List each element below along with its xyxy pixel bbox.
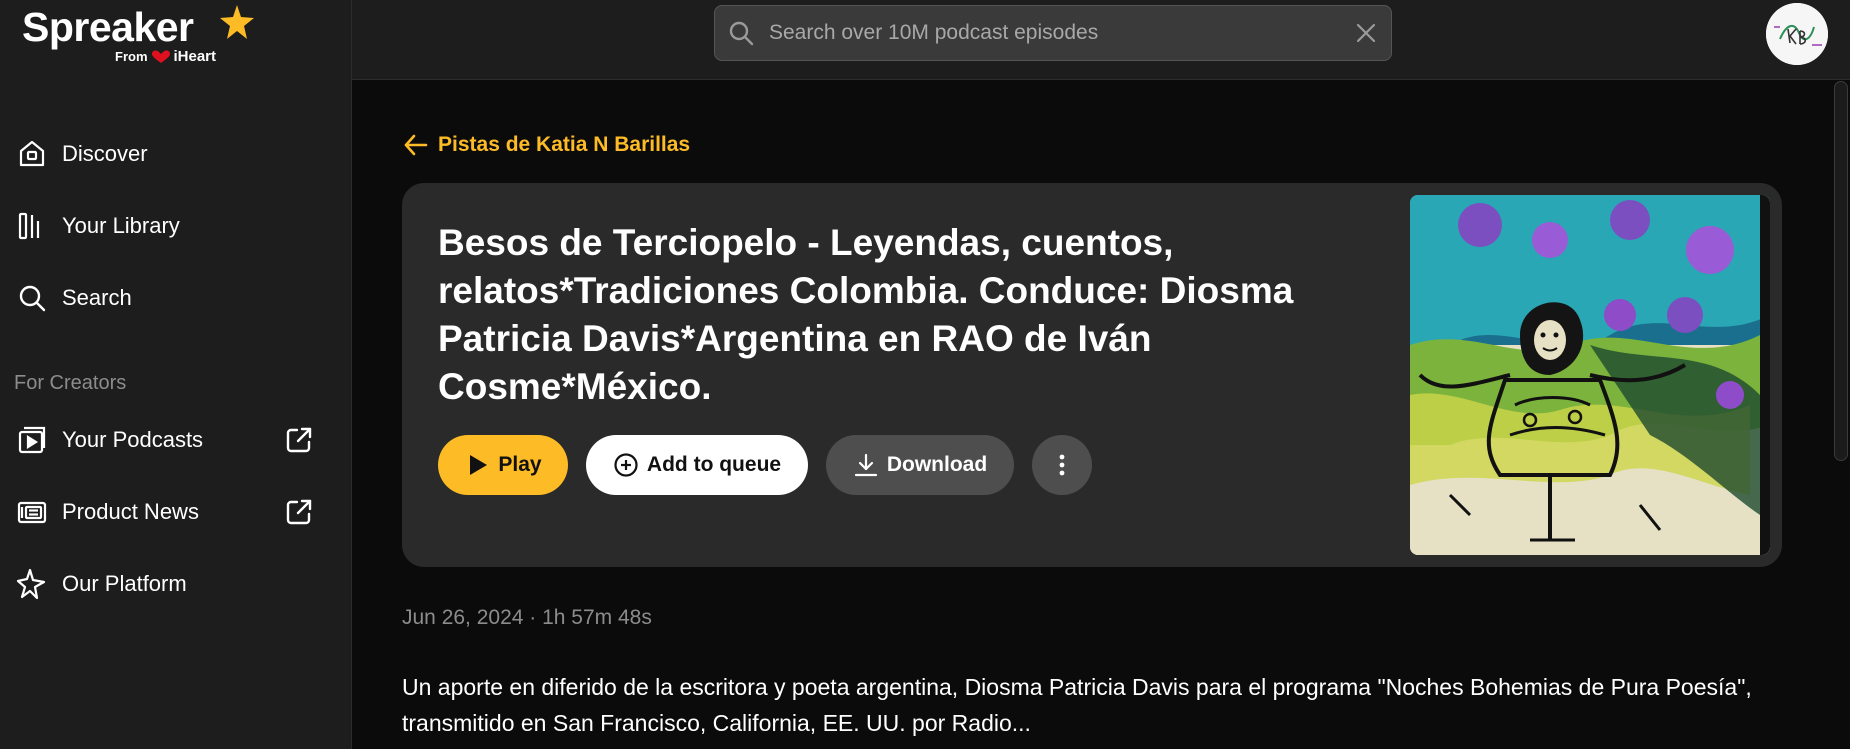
sidebar-item-your-podcasts[interactable]: Your Podcasts	[0, 404, 352, 476]
cover-illustration	[1410, 195, 1770, 555]
search-icon	[16, 282, 48, 314]
more-vertical-icon	[1059, 454, 1065, 476]
sidebar-item-search[interactable]: Search	[0, 262, 352, 334]
sidebar-item-product-news[interactable]: Product News	[0, 476, 352, 548]
spreaker-logo[interactable]: Spreaker From iHeart	[22, 4, 254, 65]
home-icon	[16, 138, 48, 170]
download-label: Download	[886, 453, 988, 476]
add-to-queue-label: Add to queue	[646, 453, 782, 476]
search-input[interactable]	[769, 21, 1353, 45]
download-icon	[854, 453, 877, 477]
page-scrollbar[interactable]	[1830, 81, 1850, 749]
main-nav: Discover Your Library Search	[0, 118, 352, 334]
sidebar-item-discover[interactable]: Discover	[0, 118, 352, 190]
episode-title: Besos de Terciopelo - Leyendas, cuentos,…	[438, 222, 1294, 407]
back-to-podcast-link[interactable]: Pistas de Katia N Barillas	[402, 131, 690, 159]
episode-description: Un aporte en diferido de la escritora y …	[402, 674, 1752, 736]
logo-from-text: From	[115, 49, 148, 64]
iheart-icon	[151, 50, 170, 63]
for-creators-heading: For Creators	[14, 372, 127, 394]
play-button[interactable]: Play	[438, 435, 568, 495]
search-bar[interactable]	[714, 5, 1392, 61]
sidebar-item-label: Our Platform	[62, 571, 187, 596]
episode-page: Pistas de Katia N Barillas Besos de Terc…	[352, 81, 1830, 749]
sidebar-item-label: Your Library	[62, 213, 180, 238]
play-icon	[470, 455, 488, 475]
back-link-label: Pistas de Katia N Barillas	[438, 133, 691, 156]
arrow-left-icon	[404, 134, 428, 156]
more-options-button[interactable]	[1032, 435, 1092, 495]
top-header	[352, 0, 1850, 80]
podcast-icon	[16, 424, 48, 456]
sidebar-item-label: Your Podcasts	[62, 427, 204, 452]
sidebar-item-label: Search	[62, 285, 132, 310]
sidebar-item-label: Product News	[62, 499, 199, 524]
external-link-icon	[286, 499, 312, 525]
sparkle-icon	[16, 568, 48, 600]
play-label: Play	[498, 453, 542, 476]
episode-card: Besos de Terciopelo - Leyendas, cuentos,…	[402, 183, 1782, 567]
logo-iheart-text: iHeart	[173, 48, 217, 65]
news-icon	[16, 496, 48, 528]
library-icon	[16, 210, 48, 242]
star-icon	[220, 5, 254, 39]
user-avatar[interactable]	[1766, 3, 1828, 65]
sidebar-item-our-platform[interactable]: Our Platform	[0, 548, 352, 620]
scrollbar-thumb[interactable]	[1834, 81, 1848, 461]
clear-search-icon[interactable]	[1353, 20, 1379, 46]
episode-meta: Jun 26, 2024 · 1h 57m 48s	[402, 606, 652, 629]
external-link-icon	[286, 427, 312, 453]
avatar-image	[1766, 3, 1828, 65]
logo-from-iheart: From iHeart	[115, 48, 216, 65]
creators-nav: Your Podcasts Product News Our Platform	[0, 404, 352, 620]
plus-circle-icon	[614, 453, 638, 477]
add-to-queue-button[interactable]: Add to queue	[586, 435, 808, 495]
episode-cover-art	[1410, 195, 1770, 555]
sidebar-item-library[interactable]: Your Library	[0, 190, 352, 262]
episode-actions: Play Add to queue Download	[438, 435, 1092, 495]
sidebar-item-label: Discover	[62, 141, 148, 166]
search-icon	[729, 21, 754, 46]
sidebar: Spreaker From iHeart Discover Your Libra…	[0, 0, 352, 749]
download-button[interactable]: Download	[826, 435, 1014, 495]
logo-wordmark: Spreaker	[22, 4, 194, 50]
